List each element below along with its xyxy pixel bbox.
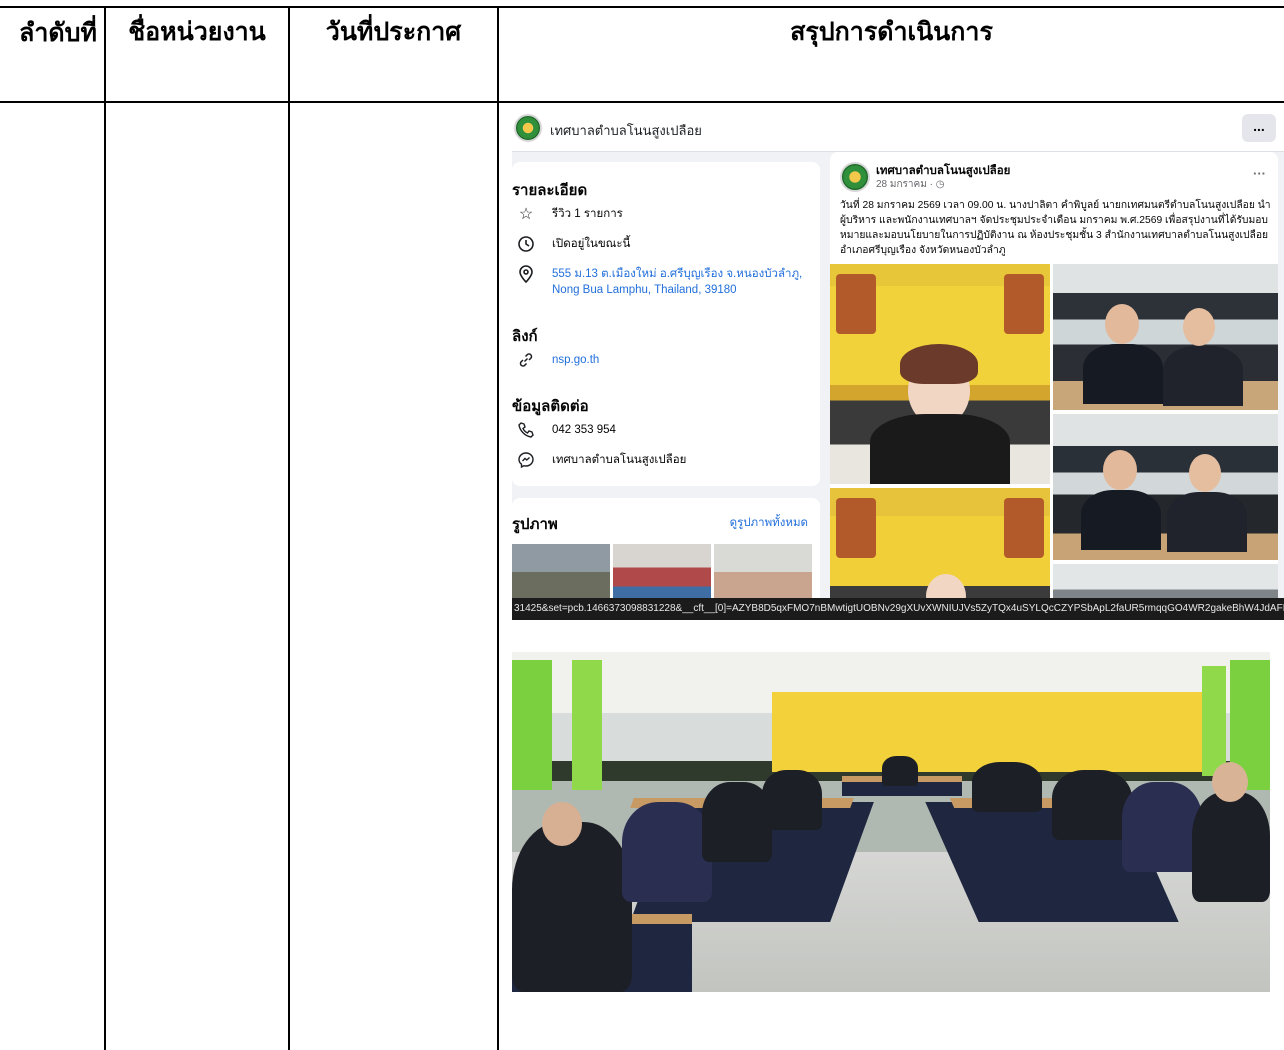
facebook-page-screenshot: เทศบาลตำบลโนนสูงเปลือย ... รายละเอียด ☆ … (512, 104, 1284, 620)
globe-icon: ◷ (935, 179, 945, 190)
contact-title: ข้อมูลติดต่อ (512, 398, 589, 415)
meeting-room-photo (512, 652, 1270, 992)
page-logo[interactable] (514, 114, 542, 142)
table-top-border (0, 6, 1284, 8)
more-options-button[interactable]: ... (1242, 114, 1276, 142)
links-title: ลิงก์ (512, 328, 538, 345)
header-summary: สรุปการดำเนินการ (790, 17, 993, 46)
browser-url-bar: 31425&set=pcb.1466373098831228&__cft__[0… (512, 598, 1284, 620)
post-text: วันที่ 28 มกราคม 2569 เวลา 09.00 น. นางป… (840, 200, 1271, 256)
page-name[interactable]: เทศบาลตำบลโนนสูงเปลือย (550, 120, 702, 141)
post-date[interactable]: 28 มกราคม · ◷ (876, 177, 944, 192)
address-row[interactable]: 555 ม.13 ต.เมืองใหม่ อ.ศรีบุญเรือง จ.หนอ… (516, 264, 816, 298)
phone-row[interactable]: 042 353 954 (516, 420, 616, 440)
star-icon: ☆ (518, 206, 534, 223)
post-photo-3[interactable] (1053, 414, 1278, 560)
post-photo-main[interactable] (830, 264, 1050, 484)
header-agency: ชื่อหน่วยงาน (128, 17, 266, 46)
header-bottom-border (0, 101, 1284, 103)
location-pin-icon (516, 264, 536, 284)
phone-number[interactable]: 042 353 954 (552, 420, 616, 438)
messenger-icon (516, 450, 536, 470)
post-photo-2[interactable] (1053, 264, 1278, 410)
link-icon (516, 350, 536, 370)
column-divider-2 (288, 6, 290, 1050)
photos-title: รูปภาพ (512, 516, 558, 533)
phone-icon (516, 420, 536, 440)
details-card: รายละเอียด ☆ รีวิว 1 รายการ เปิดอยู่ในขณ… (512, 162, 820, 486)
post-author-avatar[interactable] (840, 162, 870, 192)
messenger-row[interactable]: เทศบาลตำบลโนนสูงเปลือย (516, 450, 686, 470)
open-status-row: เปิดอยู่ในขณะนี้ (516, 234, 630, 254)
review-row[interactable]: ☆ รีวิว 1 รายการ (516, 204, 623, 224)
post-card: เทศบาลตำบลโนนสูงเปลือย 28 มกราคม · ◷ ···… (830, 152, 1278, 620)
open-status-text: เปิดอยู่ในขณะนี้ (552, 238, 631, 250)
header-order: ลำดับที่ (19, 18, 97, 47)
see-all-photos-link[interactable]: ดูรูปภาพทั้งหมด (730, 514, 808, 532)
details-title: รายละเอียด (512, 182, 588, 199)
messenger-name[interactable]: เทศบาลตำบลโนนสูงเปลือย (552, 450, 686, 468)
review-text: รีวิว 1 รายการ (552, 208, 623, 220)
post-date-text: 28 มกราคม · (876, 179, 936, 190)
clock-icon (516, 234, 536, 254)
page-header-bar: เทศบาลตำบลโนนสูงเปลือย ... (512, 104, 1284, 152)
column-divider-1 (104, 6, 106, 1050)
website-row[interactable]: nsp.go.th (516, 350, 599, 370)
header-date: วันที่ประกาศ (325, 17, 462, 46)
website-link[interactable]: nsp.go.th (552, 350, 599, 368)
address-link[interactable]: 555 ม.13 ต.เมืองใหม่ อ.ศรีบุญเรือง จ.หนอ… (552, 264, 808, 298)
column-divider-3 (497, 6, 499, 1050)
post-options-button[interactable]: ··· (1253, 166, 1266, 181)
